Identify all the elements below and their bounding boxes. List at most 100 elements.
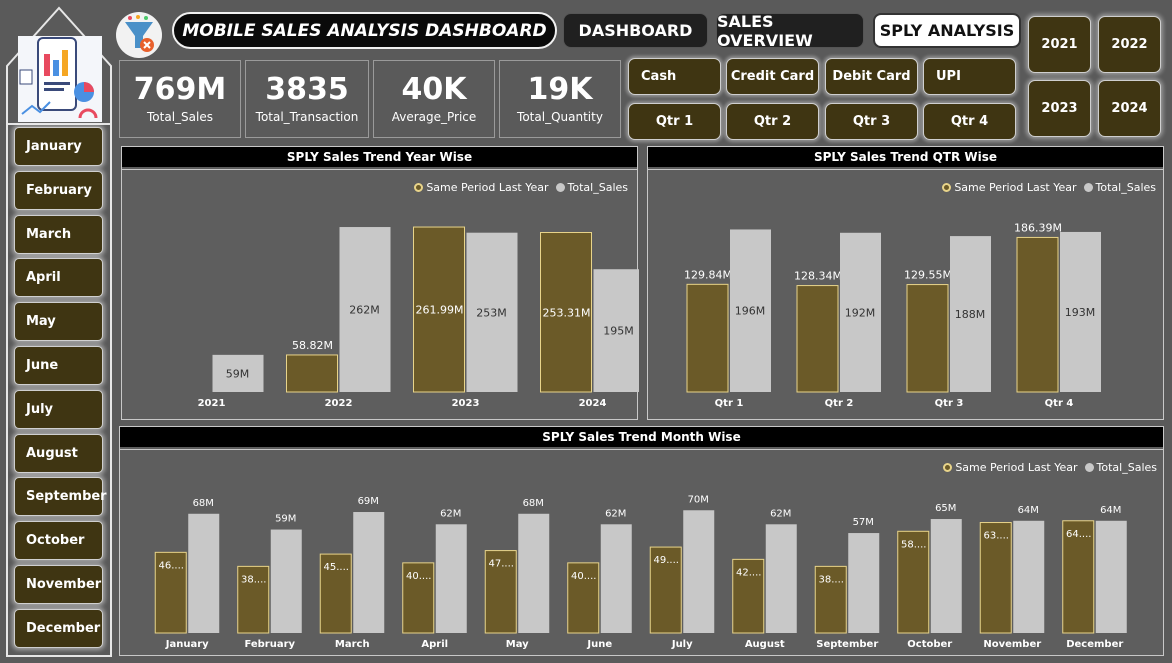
total-data-label: 62M	[440, 508, 461, 519]
sply-data-label: 46....	[159, 560, 184, 571]
quarter-1-button[interactable]: Qtr 1	[628, 103, 721, 140]
month-august-button[interactable]: August	[14, 434, 103, 473]
sply-data-label: 253.31M	[543, 306, 591, 319]
total-sales-bar	[188, 513, 220, 633]
kpi-label: Total_Quantity	[517, 110, 603, 124]
x-tick-label: November	[983, 639, 1041, 650]
year-2022-button[interactable]: 2022	[1098, 16, 1161, 73]
payment-upi-button[interactable]: UPI	[923, 58, 1016, 95]
month-may-button[interactable]: May	[14, 302, 103, 341]
sply-data-label: 58....	[901, 539, 926, 550]
x-tick-label: October	[907, 639, 952, 650]
filter-reset-icon[interactable]	[116, 12, 162, 58]
month-january-button[interactable]: January	[14, 127, 103, 166]
month-july-button[interactable]: July	[14, 390, 103, 429]
total-sales-bar	[930, 519, 962, 633]
quarter-4-button[interactable]: Qtr 4	[923, 103, 1016, 140]
month-september-button[interactable]: September	[14, 477, 107, 516]
x-tick-label: April	[421, 639, 448, 650]
x-tick-label: August	[745, 639, 785, 650]
total-data-label: 65M	[935, 503, 956, 514]
x-tick-label: March	[335, 639, 370, 650]
payment-credit-card-button[interactable]: Credit Card	[726, 58, 819, 95]
total-data-label: 253M	[476, 306, 507, 319]
month-november-button[interactable]: November	[14, 565, 103, 604]
month-june-button[interactable]: June	[14, 346, 103, 385]
total-data-label: 59M	[226, 367, 250, 380]
sply-data-label: 42....	[736, 567, 761, 578]
payment-cash-button[interactable]: Cash	[628, 58, 721, 95]
total-sales-bar	[353, 512, 385, 633]
x-tick-label: Qtr 3	[935, 398, 964, 409]
total-data-label: 64M	[1018, 505, 1039, 516]
sply-data-label: 45....	[324, 562, 349, 573]
year-2023-button[interactable]: 2023	[1028, 80, 1091, 137]
chart-panel-quarter: SPLY Sales Trend QTR Wise Same Period La…	[647, 146, 1164, 420]
total-data-label: 70M	[688, 494, 709, 505]
sply-data-label: 47....	[489, 559, 514, 570]
year-2024-button[interactable]: 2024	[1098, 80, 1161, 137]
total-sales-bar	[518, 513, 550, 633]
payment-debit-card-button[interactable]: Debit Card	[825, 58, 918, 95]
kpi-label: Total_Sales	[147, 110, 213, 124]
sply-data-label: 40....	[406, 571, 431, 582]
x-tick-label: February	[244, 639, 295, 650]
total-data-label: 262M	[349, 304, 380, 317]
quarter-3-button[interactable]: Qtr 3	[825, 103, 918, 140]
kpi-value: 19K	[527, 72, 593, 107]
x-tick-label: January	[165, 639, 209, 650]
month-bar-chart: 46.... 68M January 38.... 59M February 45.... 6…	[154, 494, 1127, 650]
sply-data-label: 40....	[571, 571, 596, 582]
x-tick-label: July	[671, 639, 693, 650]
sply-data-label: 261.99M	[416, 304, 464, 317]
month-march-button[interactable]: March	[14, 215, 103, 254]
total-sales-bar	[848, 533, 880, 633]
total-sales-bar	[435, 524, 467, 633]
total-sales-bar	[683, 510, 715, 633]
phone-analytics-icon	[18, 36, 102, 122]
month-october-button[interactable]: October	[14, 521, 103, 560]
sply-data-label: 186.39M	[1014, 221, 1062, 234]
x-tick-label: May	[506, 639, 529, 650]
year-bar-chart: 59M 2021 58.82M 262M 2022 261.99M 253M 2023 253.…	[198, 226, 639, 409]
kpi-label: Total_Transaction	[255, 110, 359, 124]
kpi-total-sales: 769M Total_Sales	[119, 60, 241, 138]
total-data-label: 57M	[853, 517, 874, 528]
sply-bar	[906, 284, 949, 393]
total-data-label: 195M	[603, 325, 634, 338]
x-tick-label: 2024	[579, 398, 607, 409]
sply-bar	[796, 285, 839, 393]
kpi-label: Average_Price	[391, 110, 477, 124]
kpi-total-quantity: 19K Total_Quantity	[499, 60, 621, 138]
kpi-value: 3835	[265, 72, 349, 107]
nav-sales-overview-button[interactable]: SALES OVERVIEW	[716, 12, 864, 50]
sply-bar	[286, 354, 338, 393]
total-data-label: 196M	[735, 305, 766, 318]
total-sales-bar	[1095, 520, 1127, 633]
sply-bar	[1016, 236, 1059, 393]
sply-data-label: 38....	[819, 574, 844, 585]
total-data-label: 62M	[605, 508, 626, 519]
month-april-button[interactable]: April	[14, 258, 103, 297]
x-tick-label: 2022	[325, 398, 353, 409]
total-data-label: 192M	[845, 306, 876, 319]
chart-panel-month: SPLY Sales Trend Month Wise Same Period …	[119, 426, 1164, 656]
nav-dashboard-button[interactable]: DASHBOARD	[563, 13, 708, 48]
month-february-button[interactable]: February	[14, 171, 103, 210]
x-tick-label: Qtr 2	[825, 398, 854, 409]
x-tick-label: Qtr 4	[1045, 398, 1074, 409]
x-tick-label: 2023	[452, 398, 480, 409]
nav-sply-analysis-button[interactable]: SPLY ANALYSIS	[873, 13, 1021, 48]
total-sales-bar	[1013, 520, 1045, 633]
quarter-2-button[interactable]: Qtr 2	[726, 103, 819, 140]
total-data-label: 62M	[770, 508, 791, 519]
x-tick-label: Qtr 1	[715, 398, 744, 409]
sply-bar	[686, 283, 729, 393]
total-sales-bar	[600, 524, 632, 633]
sply-data-label: 128.34M	[794, 270, 842, 283]
x-tick-label: 2021	[198, 398, 226, 409]
year-2021-button[interactable]: 2021	[1028, 16, 1091, 73]
total-data-label: 68M	[193, 498, 214, 509]
month-december-button[interactable]: December	[14, 609, 103, 648]
chart-panel-year: SPLY Sales Trend Year Wise Same Period L…	[121, 146, 639, 420]
